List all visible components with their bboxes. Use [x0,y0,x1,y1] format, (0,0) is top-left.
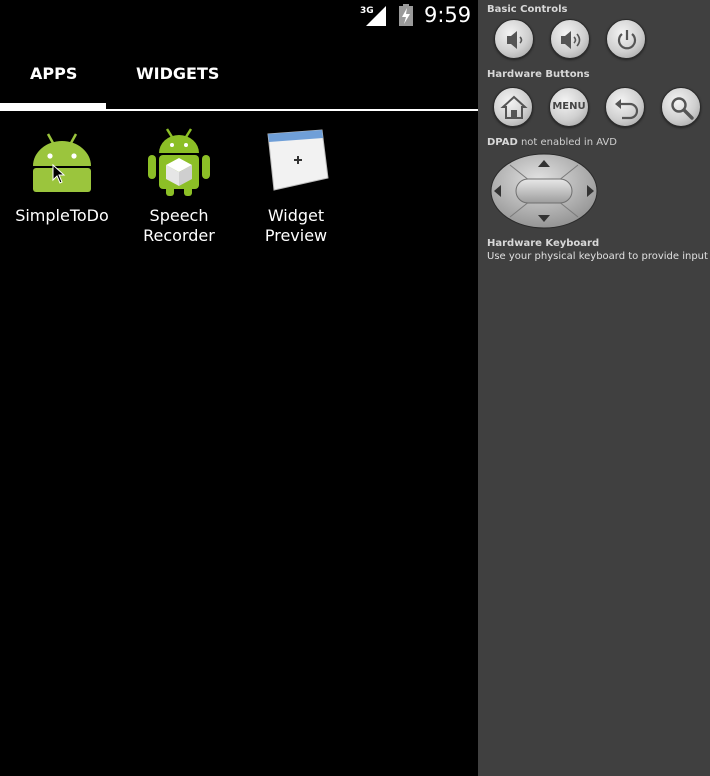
volume-up-button[interactable] [550,19,590,59]
tab-divider [0,109,478,111]
dpad-title: DPAD not enabled in AVD [487,137,617,148]
home-icon [500,95,528,119]
search-button[interactable] [661,87,701,127]
back-button[interactable] [605,87,645,127]
dpad-control[interactable] [490,153,598,229]
dpad-title-strong: DPAD [487,137,518,148]
volume-down-button[interactable] [494,19,534,59]
power-icon [617,30,637,50]
widget-preview-icon [267,129,329,191]
hardware-keyboard-title: Hardware Keyboard [487,238,600,249]
emulator-controls-panel: Basic Controls Hardware Buttons MENU DPA… [478,0,710,776]
network-label: 3G [360,6,374,16]
menu-button[interactable]: MENU [549,87,589,127]
menu-button-label: MENU [552,101,586,112]
search-icon [671,97,694,120]
mouse-cursor-icon [52,164,66,184]
app-speech-recorder[interactable]: Speech Recorder [119,128,239,246]
hardware-buttons-title: Hardware Buttons [487,69,590,80]
back-icon [615,99,639,120]
android-robot-icon [33,133,91,192]
app-label: SimpleToDo [15,206,109,225]
status-bar: 3G 9:59 [0,0,478,32]
signal-3g-icon: 3G [360,6,386,26]
dpad-title-rest: not enabled in AVD [517,137,617,148]
basic-controls-title: Basic Controls [487,4,568,15]
tab-widgets[interactable]: WIDGETS [136,64,219,83]
hardware-keyboard-description: Use your physical keyboard to provide in… [487,251,708,262]
emulator-screen: 3G 9:59 APPS WIDGETS SimpleToDo Speech R… [0,0,478,776]
app-label: Speech Recorder [143,206,215,245]
volume-down-icon [507,31,523,49]
app-label: Widget Preview [264,206,328,245]
volume-up-icon [561,31,581,49]
battery-charging-icon [399,4,413,26]
status-clock: 9:59 [424,3,472,27]
tab-apps[interactable]: APPS [30,64,77,83]
app-widget-preview[interactable]: Widget Preview [236,128,356,246]
home-button[interactable] [493,87,533,127]
speech-recorder-icon [148,128,210,196]
power-button[interactable] [606,19,646,59]
